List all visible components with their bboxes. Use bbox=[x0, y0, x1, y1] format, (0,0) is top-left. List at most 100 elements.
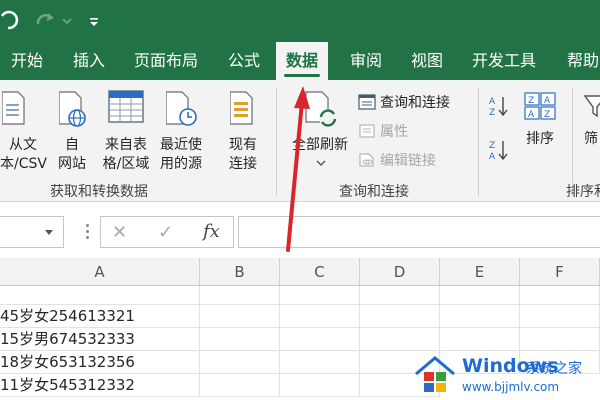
sort-z-to-a-icon: Z A bbox=[489, 141, 508, 162]
from-web-line2: 网站 bbox=[58, 156, 86, 172]
table-row[interactable]: 45岁女254613321 bbox=[0, 305, 200, 328]
enter-icon[interactable]: ✓ bbox=[158, 222, 173, 243]
grid-cell[interactable] bbox=[200, 351, 280, 374]
insert-function-icon[interactable]: fx bbox=[203, 221, 220, 242]
grid-cell[interactable] bbox=[200, 328, 280, 351]
grid-cell[interactable] bbox=[440, 328, 520, 351]
grid-cell[interactable] bbox=[520, 286, 600, 305]
column-header-f[interactable]: F bbox=[520, 258, 600, 286]
group-label-get-transform: 获取和转换数据 bbox=[50, 184, 148, 200]
grid-cell[interactable] bbox=[280, 305, 360, 328]
tab-formulas[interactable]: 公式 bbox=[228, 42, 260, 80]
edit-links-button[interactable]: 编辑链接 bbox=[358, 150, 436, 170]
column-header-d[interactable]: D bbox=[360, 258, 440, 286]
properties-button[interactable]: 属性 bbox=[358, 121, 408, 141]
queries-connections-label: 查询和连接 bbox=[380, 95, 450, 111]
queries-pane-icon bbox=[358, 94, 376, 110]
from-table-range-button[interactable]: 来自表 格/区域 bbox=[100, 86, 152, 176]
svg-text:A: A bbox=[528, 110, 535, 120]
grid-cell[interactable] bbox=[0, 286, 200, 305]
undo-button[interactable] bbox=[0, 10, 24, 32]
tab-insert[interactable]: 插入 bbox=[73, 42, 105, 80]
name-box[interactable] bbox=[0, 216, 64, 248]
grid-cell[interactable] bbox=[520, 328, 600, 351]
group-separator bbox=[572, 88, 573, 196]
tab-page-layout[interactable]: 页面布局 bbox=[134, 42, 198, 80]
chevron-down-icon bbox=[62, 18, 72, 25]
from-text-csv-button[interactable]: 从文 本/CSV bbox=[0, 86, 47, 176]
table-grid-icon bbox=[108, 90, 144, 123]
svg-text:A: A bbox=[489, 152, 496, 162]
tab-review[interactable]: 审阅 bbox=[350, 42, 382, 80]
existing-connections-icon bbox=[230, 91, 253, 125]
formula-bar-resize-handle[interactable] bbox=[86, 224, 89, 240]
recent-sources-line2: 用的源 bbox=[160, 156, 202, 172]
tab-developer[interactable]: 开发工具 bbox=[472, 42, 536, 80]
existing-connections-button[interactable]: 现有 连接 bbox=[218, 86, 268, 176]
tab-data[interactable]: 数据 bbox=[276, 42, 329, 80]
group-label-queries: 查询和连接 bbox=[339, 184, 409, 200]
grid-cell[interactable] bbox=[200, 305, 280, 328]
grid-cell[interactable] bbox=[280, 374, 360, 397]
customize-quick-access-button[interactable] bbox=[88, 10, 100, 32]
grid-cell[interactable] bbox=[360, 328, 440, 351]
grid-cell[interactable] bbox=[200, 374, 280, 397]
svg-text:Z: Z bbox=[489, 108, 495, 118]
column-header-c[interactable]: C bbox=[280, 258, 360, 286]
group-label-sort-filter: 排序和 bbox=[566, 184, 600, 200]
grid-cell[interactable] bbox=[280, 286, 360, 305]
edit-links-icon bbox=[359, 153, 374, 167]
from-table-line2: 格/区域 bbox=[102, 156, 150, 172]
queries-connections-button[interactable]: 查询和连接 bbox=[358, 92, 450, 112]
column-header-a[interactable]: A bbox=[0, 258, 200, 286]
grid-cell[interactable] bbox=[360, 305, 440, 328]
redo-icon bbox=[36, 13, 54, 25]
redo-dropdown[interactable] bbox=[62, 10, 72, 32]
table-row[interactable]: 15岁男674532333 bbox=[0, 328, 200, 351]
grid-cell[interactable] bbox=[280, 351, 360, 374]
from-web-button[interactable]: 自 网站 bbox=[52, 86, 92, 176]
undo-icon bbox=[0, 10, 19, 30]
edit-links-label: 编辑链接 bbox=[380, 153, 436, 169]
filter-label: 筛 bbox=[584, 131, 598, 147]
column-header-b[interactable]: B bbox=[200, 258, 280, 286]
sort-label: 排序 bbox=[526, 131, 554, 147]
grid-cell[interactable] bbox=[360, 286, 440, 305]
grid-cell[interactable] bbox=[200, 286, 280, 305]
web-globe-icon bbox=[59, 91, 86, 127]
svg-text:Z: Z bbox=[544, 110, 550, 120]
sort-a-to-z-icon: A Z bbox=[489, 97, 508, 118]
customize-dropdown-icon bbox=[90, 18, 98, 26]
properties-label: 属性 bbox=[380, 124, 408, 140]
from-text-csv-line2: 本/CSV bbox=[0, 156, 47, 172]
tab-view[interactable]: 视图 bbox=[411, 42, 443, 80]
cancel-icon[interactable]: ✕ bbox=[112, 222, 127, 243]
filter-button[interactable]: 筛 bbox=[582, 86, 600, 176]
from-text-csv-line1: 从文 bbox=[9, 137, 37, 153]
sort-ascending-button[interactable]: A Z bbox=[488, 94, 512, 118]
grid-cell[interactable] bbox=[440, 305, 520, 328]
tab-help[interactable]: 帮助 bbox=[567, 42, 599, 80]
sort-descending-button[interactable]: Z A bbox=[488, 138, 512, 162]
tab-home[interactable]: 开始 bbox=[11, 42, 43, 80]
chevron-down-icon bbox=[45, 230, 53, 235]
sort-dialog-icon: Z A A Z bbox=[524, 92, 556, 120]
redo-button[interactable] bbox=[34, 10, 60, 32]
svg-text:A: A bbox=[544, 96, 551, 106]
grid-cell[interactable] bbox=[520, 305, 600, 328]
existing-connections-line2: 连接 bbox=[229, 156, 257, 172]
red-arrow-annotation bbox=[286, 86, 310, 252]
table-row[interactable]: 18岁女653132356 bbox=[0, 351, 200, 374]
properties-icon bbox=[359, 124, 375, 138]
svg-text:Z: Z bbox=[528, 96, 534, 106]
grid-cell[interactable] bbox=[440, 286, 520, 305]
column-header-e[interactable]: E bbox=[440, 258, 520, 286]
grid-cell[interactable] bbox=[280, 328, 360, 351]
sort-button[interactable]: Z A A Z 排序 bbox=[520, 86, 560, 176]
from-web-line1: 自 bbox=[65, 137, 79, 153]
svg-text:A: A bbox=[489, 97, 496, 107]
table-row[interactable]: 11岁女545312332 bbox=[0, 374, 200, 397]
windows-logo-icon bbox=[415, 356, 455, 392]
from-table-line1: 来自表 bbox=[105, 137, 147, 153]
recent-sources-button[interactable]: 最近使 用的源 bbox=[156, 86, 206, 176]
